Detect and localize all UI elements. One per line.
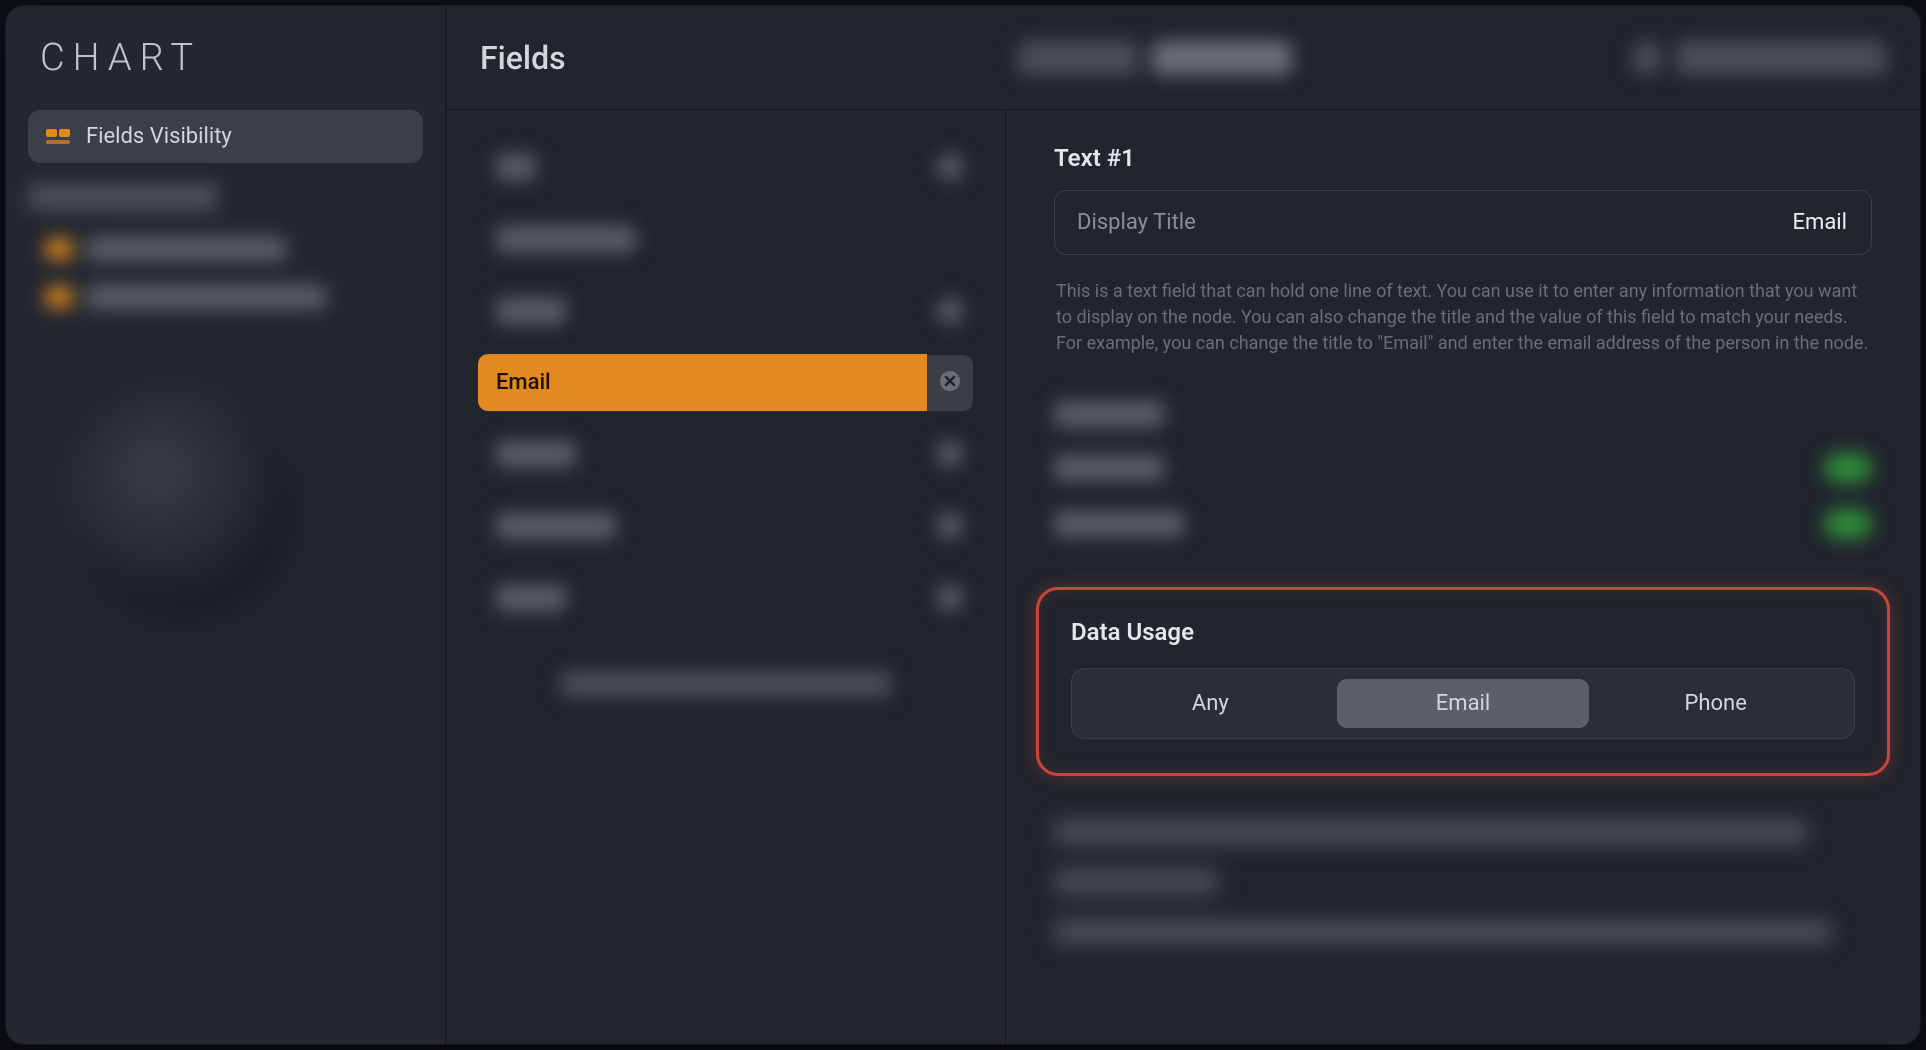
sidebar-item-label: Fields Visibility — [86, 124, 232, 149]
field-row-email[interactable]: Email — [478, 354, 973, 411]
header-blurred-right — [1632, 41, 1886, 75]
display-title-input[interactable] — [1567, 209, 1849, 236]
header-blurred-controls — [1018, 41, 1292, 75]
field-row-clear-button[interactable] — [927, 355, 973, 411]
window: CHART Fields Visibility Fields — [6, 6, 1920, 1044]
main: Fields — [446, 6, 1920, 1044]
field-row-blurred — [478, 497, 973, 555]
sidebar-blurred-section — [6, 163, 445, 331]
section-heading: Text #1 — [1054, 144, 1872, 172]
sidebar-blurred-preview — [66, 391, 296, 621]
field-list-footnote-blurred — [561, 671, 891, 697]
display-title-label: Display Title — [1077, 210, 1196, 235]
display-title-row[interactable]: Display Title — [1054, 190, 1872, 255]
clear-icon — [939, 370, 961, 396]
data-usage-segmented[interactable]: Any Email Phone — [1071, 668, 1855, 739]
app-title: CHART — [6, 16, 445, 110]
sidebar: CHART Fields Visibility — [6, 6, 446, 1044]
sidebar-list: Fields Visibility — [6, 110, 445, 163]
header-title: Fields — [480, 39, 566, 77]
field-list: Email — [446, 110, 1006, 1044]
detail-pane: Text #1 Display Title This is a text fie… — [1006, 110, 1920, 1044]
field-description: This is a text field that can hold one l… — [1054, 273, 1872, 367]
field-row-blurred — [478, 282, 973, 340]
content: Email — [446, 110, 1920, 1044]
field-label: Email — [478, 354, 927, 411]
fields-visibility-icon — [46, 127, 72, 147]
detail-blurred-below — [1054, 820, 1872, 944]
data-usage-section: Data Usage Any Email Phone — [1036, 587, 1890, 776]
field-row-blurred — [478, 425, 973, 483]
seg-email[interactable]: Email — [1337, 679, 1590, 728]
seg-any[interactable]: Any — [1084, 679, 1337, 728]
header: Fields — [446, 6, 1920, 110]
field-row-blurred — [478, 210, 973, 268]
field-row-blurred — [478, 569, 973, 627]
sidebar-item-fields-visibility[interactable]: Fields Visibility — [28, 110, 423, 163]
data-usage-heading: Data Usage — [1071, 618, 1855, 646]
seg-phone[interactable]: Phone — [1589, 679, 1842, 728]
detail-blurred-settings — [1054, 385, 1872, 561]
field-row-blurred — [478, 138, 973, 196]
